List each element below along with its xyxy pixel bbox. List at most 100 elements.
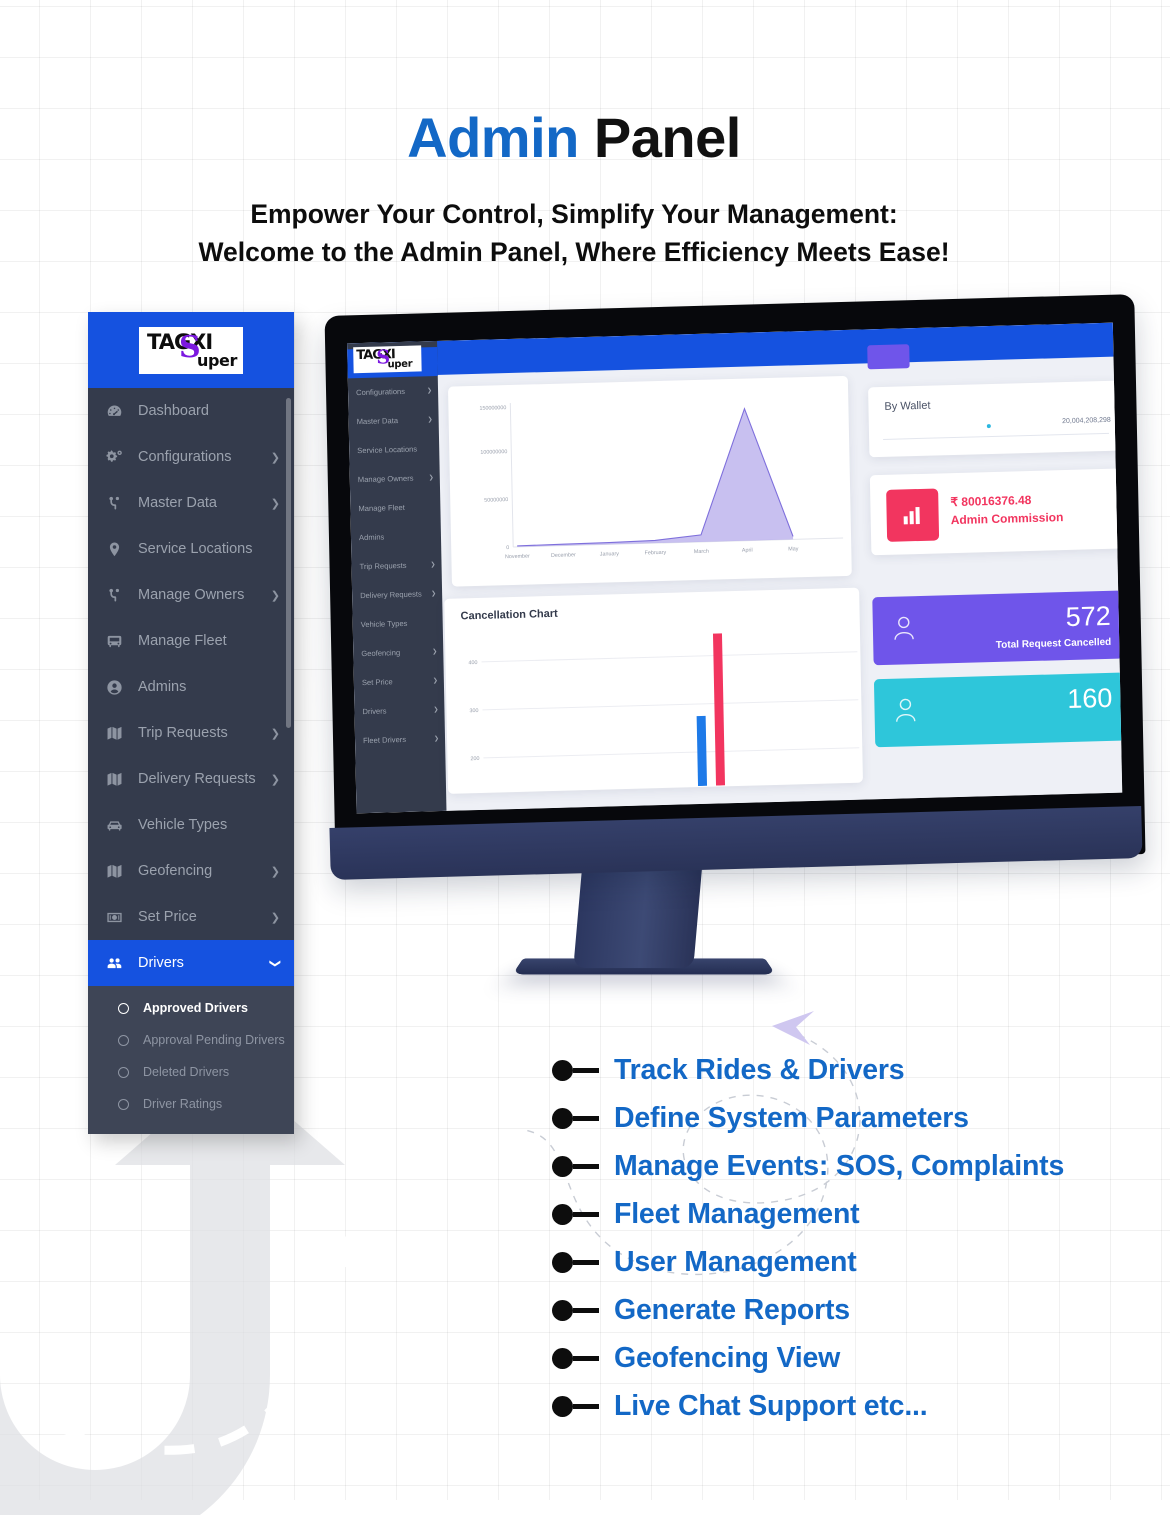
sidebar-scrollbar[interactable] [286, 398, 291, 728]
mini-sidebar-item[interactable]: Geofencing ❯ [353, 637, 444, 668]
page-subtitle: Empower Your Control, Simplify Your Mana… [0, 196, 1170, 271]
bar-chart-icon [886, 488, 940, 542]
feature-item: Fleet Management [552, 1190, 1064, 1238]
chevron-right-icon: ❯ [270, 911, 280, 924]
chevron-down-icon: ❯ [268, 958, 281, 968]
sidebar-item-label: Manage Owners [138, 587, 245, 603]
sidebar-menu: Dashboard Configurations ❯ Master Data ❯… [88, 388, 294, 1134]
admin-commission-label: Admin Commission [950, 510, 1064, 528]
sidebar-item-vehicle-types[interactable]: Vehicle Types [88, 802, 294, 848]
mini-sidebar-item[interactable]: Configurations ❯ [348, 376, 439, 407]
bus-icon [106, 633, 132, 650]
mini-sidebar-item-label: Set Price [361, 677, 393, 688]
chevron-right-icon: ❯ [431, 591, 437, 598]
sidebar-item-delivery-requests[interactable]: Delivery Requests ❯ [88, 756, 294, 802]
user-icon [893, 614, 916, 646]
mini-sidebar-item[interactable]: Fleet Drivers ❯ [355, 724, 446, 755]
mini-sidebar-item[interactable]: Delivery Requests ❯ [352, 579, 443, 610]
chevron-right-icon: ❯ [270, 497, 280, 510]
mini-sidebar-item[interactable]: Trip Requests ❯ [351, 550, 442, 581]
sidebar-item-label: Drivers [138, 955, 184, 971]
map-pin-icon [106, 541, 132, 558]
chart-xtick-label: December [551, 552, 576, 559]
sidebar-item-dashboard[interactable]: Dashboard [88, 388, 294, 434]
chart-xtick-label: April [742, 548, 753, 554]
mini-sidebar-item-label: Trip Requests [359, 560, 407, 572]
wallet-divider [883, 432, 1110, 440]
sidebar-item-trip-requests[interactable]: Trip Requests ❯ [88, 710, 294, 756]
sidebar-subitem-label: Driver Ratings [143, 1097, 223, 1111]
admin-commission-amount: ₹ 80016376.48 [950, 492, 1032, 510]
chevron-right-icon: ❯ [270, 773, 280, 786]
cancel-ytick-label: 300 [469, 708, 478, 714]
cancel-ytick-label: 200 [470, 756, 479, 762]
admin-sidebar: TAGXI S uper Dashboard Configurations ❯ … [88, 312, 294, 1134]
sidebar-item-geofencing[interactable]: Geofencing ❯ [88, 848, 294, 894]
sidebar-item-master-data[interactable]: Master Data ❯ [88, 480, 294, 526]
mini-sidebar-item-label: Master Data [356, 416, 399, 427]
chevron-right-icon: ❯ [428, 475, 434, 482]
earnings-chart-card: 0 50000000 100000000 150000000 November Dece… [447, 375, 852, 587]
mini-sidebar-item-label: Service Locations [357, 444, 418, 456]
sidebar-subitem-approved-drivers[interactable]: Approved Drivers [88, 992, 294, 1024]
gears-icon [106, 449, 132, 466]
monitor-bezel: TAGXI S uper Dashboard Configurations ❯ … [324, 294, 1146, 876]
feature-item: Generate Reports [552, 1286, 1064, 1334]
radio-dot-icon [118, 1066, 129, 1078]
sidebar-subitem-deleted-drivers[interactable]: Deleted Drivers [88, 1056, 294, 1088]
map-icon [106, 863, 132, 880]
mini-sidebar-item[interactable]: Manage Owners ❯ [350, 463, 441, 494]
mini-sidebar-item[interactable]: Manage Fleet [350, 492, 441, 523]
chart-ytick-label: 0 [506, 545, 509, 551]
feature-label: Manage Events: SOS, Complaints [614, 1149, 1065, 1182]
sidebar-item-manage-owners[interactable]: Manage Owners ❯ [88, 572, 294, 618]
secondary-stat-card: 160 [873, 672, 1123, 748]
sidebar-logo-area[interactable]: TAGXI S uper [88, 312, 294, 388]
chevron-right-icon: ❯ [433, 736, 440, 743]
admin-commission-card: ₹ 80016376.48 Admin Commission [869, 468, 1122, 556]
feature-label: Live Chat Support etc... [614, 1389, 928, 1422]
feature-item: User Management [552, 1238, 1064, 1286]
mini-sidebar-item[interactable]: Service Locations [349, 434, 440, 465]
feature-label: Fleet Management [614, 1197, 860, 1230]
dashboard-mini-sidebar[interactable]: TAGXI S uper Dashboard Configurations ❯ … [347, 340, 447, 814]
total-request-cancelled-label: Total Request Cancelled [995, 636, 1112, 651]
bullet-marker-icon [552, 1395, 614, 1417]
sidebar-item-set-price[interactable]: Set Price ❯ [88, 894, 294, 940]
monitor-screen: TAGXI S uper Dashboard Configurations ❯ … [347, 322, 1123, 814]
money-icon [106, 909, 132, 926]
total-request-cancelled-card: 572 Total Request Cancelled [872, 590, 1123, 666]
sidebar-subitem-driver-ratings[interactable]: Driver Ratings [88, 1088, 294, 1120]
mini-sidebar-item[interactable]: Set Price ❯ [354, 666, 445, 697]
secondary-stat-value: 160 [1066, 682, 1113, 715]
mini-sidebar-item-label: Geofencing [361, 648, 401, 659]
car-icon [106, 817, 132, 834]
sidebar-item-manage-fleet[interactable]: Manage Fleet [88, 618, 294, 664]
bullet-marker-icon [552, 1251, 614, 1273]
sidebar-item-service-locations[interactable]: Service Locations [88, 526, 294, 572]
mini-sidebar-item[interactable]: Master Data ❯ [348, 405, 439, 436]
dashboard-mini-logo: TAGXI S uper [353, 345, 422, 374]
mini-sidebar-item[interactable]: Drivers ❯ [354, 695, 445, 726]
map-icon [106, 725, 132, 742]
feature-item: Track Rides & Drivers [552, 1046, 1064, 1094]
chart-ytick-label: 150000000 [479, 405, 506, 412]
by-wallet-value: 20,004,208,298 [1062, 416, 1111, 426]
mini-sidebar-item[interactable]: Vehicle Types [352, 608, 443, 639]
bullet-marker-icon [552, 1107, 614, 1129]
by-wallet-label: By Wallet [884, 399, 931, 413]
sidebar-subitem-approval-pending-drivers[interactable]: Approval Pending Drivers [88, 1024, 294, 1056]
cancel-ytick-label: 400 [468, 660, 477, 666]
wallet-legend-dot [986, 424, 991, 429]
sidebar-item-admins[interactable]: Admins [88, 664, 294, 710]
bullet-marker-icon [552, 1155, 614, 1177]
mini-logo-uper: uper [387, 358, 413, 371]
mini-sidebar-item[interactable]: Admins [351, 521, 442, 552]
sidebar-item-configurations[interactable]: Configurations ❯ [88, 434, 294, 480]
cancellation-chart-title: Cancellation Chart [460, 607, 558, 623]
page-title: Admin Panel [0, 110, 1170, 166]
sidebar-item-drivers[interactable]: Drivers ❯ [88, 940, 294, 986]
bullet-marker-icon [552, 1347, 614, 1369]
cancellation-bar-chart: 400 300 200 [468, 633, 860, 787]
chart-xtick-label: January [600, 551, 620, 558]
